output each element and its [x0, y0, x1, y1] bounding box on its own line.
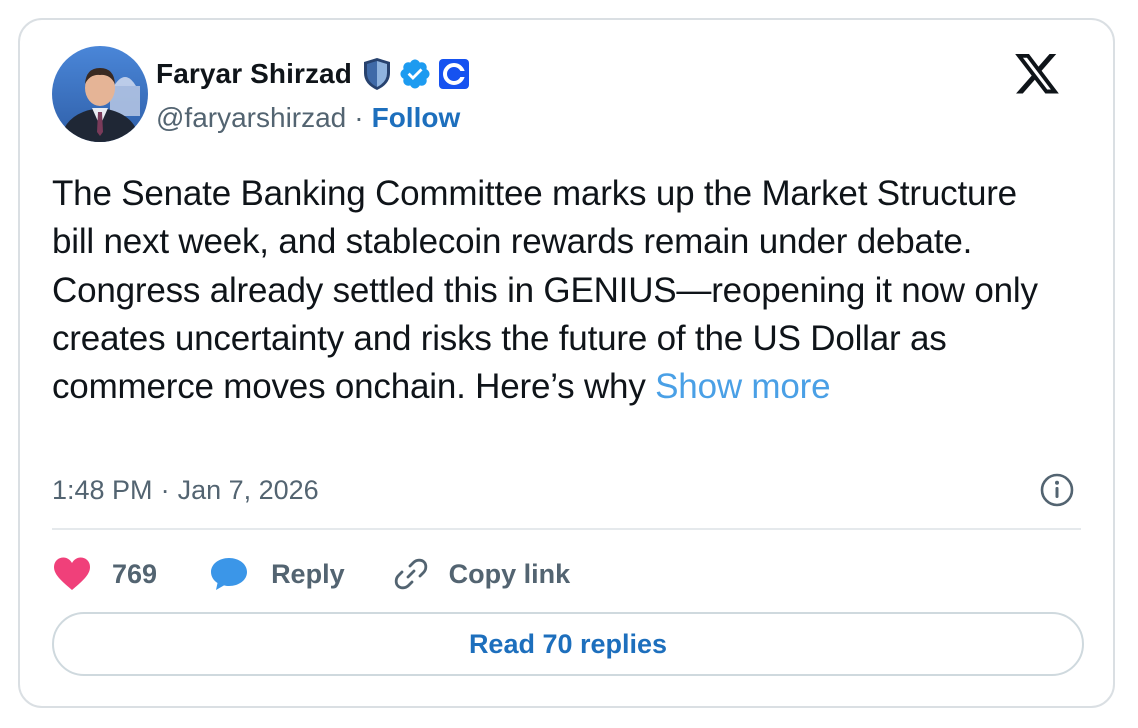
like-count: 769	[112, 558, 158, 589]
divider	[52, 528, 1081, 530]
author-handle[interactable]: @faryarshirzad	[156, 102, 346, 134]
timestamp-separator: ·	[160, 474, 170, 505]
reply-button[interactable]: Reply	[209, 556, 345, 592]
coinbase-logo-icon	[438, 59, 469, 89]
copy-link-button[interactable]: Copy link	[393, 556, 571, 592]
action-bar: 769 Reply Copy link	[52, 554, 570, 594]
author-avatar[interactable]	[52, 46, 148, 142]
copy-link-label: Copy link	[448, 558, 571, 589]
read-replies-button[interactable]: Read 70 replies	[52, 612, 1084, 676]
reply-label: Reply	[271, 558, 345, 589]
read-replies-label: Read 70 replies	[468, 628, 668, 659]
handle-separator: ·	[354, 102, 364, 133]
tweet-date: Jan 7, 2026	[177, 474, 319, 505]
link-icon	[394, 558, 427, 590]
show-more-link[interactable]: Show more	[655, 367, 830, 406]
speech-bubble-icon	[211, 558, 248, 590]
tweet-time: 1:48 PM	[52, 474, 153, 505]
like-button[interactable]: 769	[52, 556, 157, 592]
tweet-body: The Senate Banking Committee marks up th…	[52, 174, 1038, 407]
heart-icon	[54, 557, 90, 590]
x-logo-icon[interactable]	[1015, 54, 1059, 94]
author-name-row: Faryar Shirzad	[156, 56, 470, 92]
avatar-image	[52, 46, 148, 142]
verified-badge-icon	[400, 59, 430, 89]
follow-button[interactable]: Follow	[372, 102, 461, 134]
author-display-name[interactable]: Faryar Shirzad	[156, 58, 352, 90]
tweet-card: Faryar Shirzad @faryarshirzad · Follow T…	[18, 18, 1115, 708]
tweet-timestamp[interactable]: 1:48 PM · Jan 7, 2026	[52, 472, 319, 508]
tweet-text: The Senate Banking Committee marks up th…	[52, 170, 1062, 411]
shield-badge-icon	[363, 58, 390, 90]
author-badges	[362, 57, 470, 91]
info-icon[interactable]	[1039, 472, 1075, 508]
author-handle-row: @faryarshirzad · Follow	[156, 100, 460, 136]
